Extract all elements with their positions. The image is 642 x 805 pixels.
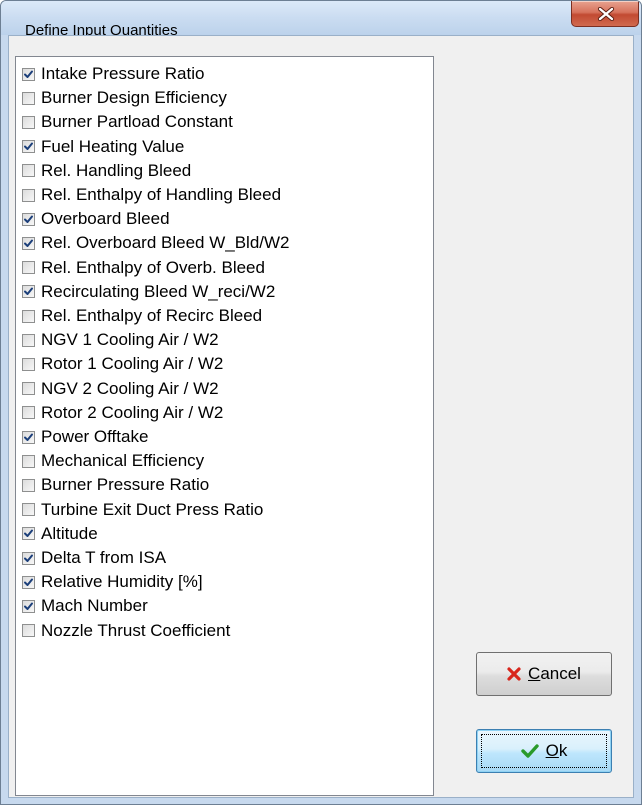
cancel-button[interactable]: Cancel — [476, 652, 612, 696]
checklist-item-label: Recirculating Bleed W_reci/W2 — [41, 281, 276, 301]
checkmark-icon — [24, 142, 33, 151]
checklist-item-label: NGV 1 Cooling Air / W2 — [41, 330, 219, 350]
checklist-item[interactable]: Rotor 2 Cooling Air / W2 — [22, 402, 223, 424]
input-quantities-checklist[interactable]: Intake Pressure Ratio Burner Design Effic… — [15, 56, 434, 796]
checklist-item[interactable]: Rel. Handling Bleed — [22, 160, 191, 182]
checkmark-icon — [24, 239, 33, 247]
checkbox-checked[interactable] — [22, 430, 35, 444]
checkbox-unchecked[interactable] — [22, 333, 35, 347]
checkbox-unchecked[interactable] — [22, 478, 35, 492]
checkbox-checked[interactable] — [22, 236, 35, 250]
checklist-item-label: Altitude — [41, 523, 98, 543]
checkbox-unchecked[interactable] — [22, 164, 35, 178]
checklist-item[interactable]: Rel. Enthalpy of Recirc Bleed — [22, 305, 262, 327]
checkmark-icon — [24, 578, 33, 586]
cancel-label: Cancel — [528, 664, 581, 683]
checkbox-unchecked[interactable] — [22, 382, 35, 396]
checklist-item-label: Mechanical Efficiency — [41, 451, 205, 471]
checkbox-unchecked[interactable] — [22, 454, 35, 468]
checkmark-icon — [24, 529, 33, 538]
checklist-item-label: Burner Partload Constant — [41, 112, 233, 132]
checklist-item[interactable]: Altitude — [22, 523, 98, 545]
checklist-item[interactable]: Burner Pressure Ratio — [22, 474, 209, 496]
checkbox-checked[interactable] — [22, 599, 35, 613]
checkmark-icon — [24, 433, 33, 441]
checkbox-unchecked[interactable] — [22, 188, 35, 202]
checkbox-unchecked[interactable] — [22, 309, 35, 323]
checklist-item-label: Relative Humidity [%] — [41, 572, 203, 592]
checkbox-checked[interactable] — [22, 285, 35, 299]
checkbox-checked[interactable] — [22, 67, 35, 81]
checklist-item-label: Turbine Exit Duct Press Ratio — [41, 499, 264, 519]
checklist-item[interactable]: Rotor 1 Cooling Air / W2 — [22, 353, 223, 375]
checkbox-unchecked[interactable] — [22, 503, 35, 517]
checklist-item[interactable]: Power Offtake — [22, 426, 148, 448]
checklist-item[interactable]: Delta T from ISA — [22, 547, 166, 569]
checklist-item[interactable]: Turbine Exit Duct Press Ratio — [22, 499, 263, 521]
checklist-item-label: Rel. Handling Bleed — [41, 160, 192, 180]
close-button[interactable] — [571, 1, 639, 27]
checklist-item-label: Overboard Bleed — [41, 209, 170, 229]
cancel-x-icon — [507, 667, 521, 681]
checklist-item[interactable]: Burner Partload Constant — [22, 111, 233, 133]
checkbox-unchecked[interactable] — [22, 357, 35, 371]
checklist-item-label: Burner Pressure Ratio — [41, 475, 210, 495]
checklist-item-label: Mach Number — [41, 596, 148, 616]
checkbox-checked[interactable] — [22, 551, 35, 565]
checkmark-icon — [24, 554, 33, 562]
checklist-item[interactable]: Recirculating Bleed W_reci/W2 — [22, 281, 275, 303]
focus-rectangle — [481, 734, 607, 768]
checklist-item[interactable]: Rel. Overboard Bleed W_Bld/W2 — [22, 232, 290, 254]
checkbox-checked[interactable] — [22, 140, 35, 154]
checklist-item-label: Rel. Enthalpy of Overb. Bleed — [41, 257, 265, 277]
checkbox-unchecked[interactable] — [22, 406, 35, 420]
checklist-item-label: Burner Design Efficiency — [41, 88, 227, 108]
checkbox-unchecked[interactable] — [22, 261, 35, 275]
checklist-item-label: Delta T from ISA — [41, 548, 167, 567]
ok-button[interactable]: Ok — [476, 729, 612, 773]
close-icon — [597, 7, 615, 21]
checkbox-checked[interactable] — [22, 575, 35, 589]
checkmark-icon — [24, 287, 33, 296]
checklist-item-label: Rel. Enthalpy of Recirc Bleed — [41, 306, 263, 325]
checkbox-unchecked[interactable] — [22, 115, 35, 129]
checklist-item[interactable]: Mach Number — [22, 595, 148, 617]
checkbox-checked[interactable] — [22, 527, 35, 541]
checklist-item[interactable]: Nozzle Thrust Coefficient — [22, 620, 230, 642]
checklist-item-label: Fuel Heating Value — [41, 136, 185, 156]
checkmark-icon — [24, 602, 33, 610]
title-bar[interactable]: Define Input Quantities — [1, 1, 641, 39]
checklist-item-label: Power Offtake — [41, 427, 149, 446]
checklist-item[interactable]: Mechanical Efficiency — [22, 450, 204, 472]
checklist-item-label: Rotor 2 Cooling Air / W2 — [41, 402, 224, 422]
checklist-item-label: Rotor 1 Cooling Air / W2 — [41, 354, 224, 374]
checklist-item[interactable]: Intake Pressure Ratio — [22, 63, 204, 85]
dialog-window: Define Input Quantities Intake Pressure … — [0, 0, 642, 805]
checklist-item[interactable]: NGV 1 Cooling Air / W2 — [22, 329, 219, 351]
checkbox-unchecked[interactable] — [22, 91, 35, 105]
checklist-item-label: Rel. Enthalpy of Handling Bleed — [41, 185, 282, 204]
checkmark-icon — [24, 215, 33, 223]
checkbox-checked[interactable] — [22, 212, 35, 226]
checklist-item-label: NGV 2 Cooling Air / W2 — [41, 378, 219, 398]
checklist-item-label: Nozzle Thrust Coefficient — [41, 620, 231, 640]
checklist-item[interactable]: Burner Design Efficiency — [22, 87, 227, 109]
checklist-item[interactable]: Rel. Enthalpy of Handling Bleed — [22, 184, 281, 206]
checklist-item[interactable]: Rel. Enthalpy of Overb. Bleed — [22, 257, 265, 279]
checklist-item[interactable]: Overboard Bleed — [22, 208, 170, 230]
checklist-item[interactable]: NGV 2 Cooling Air / W2 — [22, 378, 219, 400]
checklist-item-label: Rel. Overboard Bleed W_Bld/W2 — [41, 233, 290, 253]
checkmark-icon — [24, 70, 33, 78]
checklist-item[interactable]: Fuel Heating Value — [22, 136, 184, 158]
checklist-item-label: Intake Pressure Ratio — [41, 64, 205, 83]
checklist-item[interactable]: Relative Humidity [%] — [22, 571, 203, 593]
checkbox-unchecked[interactable] — [22, 624, 35, 638]
